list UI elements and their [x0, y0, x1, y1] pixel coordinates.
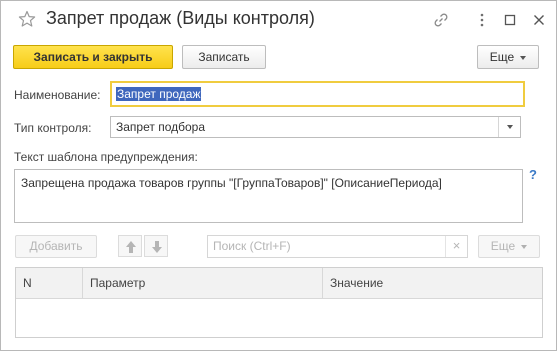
template-label: Текст шаблона предупреждения:	[14, 150, 198, 164]
save-and-close-button[interactable]: Записать и закрыть	[13, 45, 173, 69]
name-field[interactable]: Запрет продаж	[110, 81, 525, 107]
control-type-label: Тип контроля:	[14, 121, 92, 135]
more-vertical-icon[interactable]	[474, 12, 490, 28]
column-header-value[interactable]: Значение	[323, 268, 542, 298]
table-more-label: Еще	[490, 239, 516, 253]
help-icon[interactable]: ?	[529, 167, 537, 182]
template-value: Запрещена продажа товаров группы "[Групп…	[21, 176, 442, 190]
column-header-n[interactable]: N	[16, 268, 83, 298]
template-textarea[interactable]: Запрещена продажа товаров группы "[Групп…	[14, 169, 523, 223]
parameters-table[interactable]: N Параметр Значение	[15, 267, 543, 338]
search-input[interactable]: Поиск (Ctrl+F) ×	[207, 235, 468, 258]
clear-search-icon[interactable]: ×	[445, 236, 467, 257]
save-button[interactable]: Записать	[182, 45, 266, 69]
move-up-button[interactable]	[118, 235, 142, 257]
column-header-parameter[interactable]: Параметр	[83, 268, 323, 298]
control-type-value: Запрет подбора	[116, 120, 206, 134]
close-icon[interactable]	[531, 12, 547, 28]
arrow-up-icon	[126, 241, 136, 253]
arrow-down-icon	[152, 241, 162, 253]
search-placeholder: Поиск (Ctrl+F)	[213, 239, 291, 253]
maximize-icon[interactable]	[502, 12, 518, 28]
more-button-label: Еще	[489, 50, 515, 64]
add-button[interactable]: Добавить	[15, 235, 97, 258]
star-icon[interactable]	[18, 10, 36, 28]
more-button[interactable]: Еще	[477, 45, 539, 69]
move-down-button[interactable]	[144, 235, 168, 257]
chevron-down-icon	[520, 55, 527, 60]
control-type-select[interactable]: Запрет подбора	[110, 116, 521, 138]
name-value: Запрет продаж	[116, 87, 202, 101]
window-title: Запрет продаж (Виды контроля)	[46, 8, 315, 28]
name-label: Наименование:	[14, 88, 101, 102]
table-more-button[interactable]: Еще	[478, 235, 540, 258]
title-bar: Запрет продаж (Виды контроля)	[1, 1, 556, 41]
link-icon[interactable]	[433, 12, 449, 28]
form-window: Запрет продаж (Виды контроля) Записать и…	[0, 0, 557, 351]
control-type-dropdown-button[interactable]	[498, 117, 520, 137]
chevron-down-icon	[507, 125, 513, 129]
chevron-down-icon	[521, 244, 528, 249]
table-header: N Параметр Значение	[16, 268, 542, 299]
